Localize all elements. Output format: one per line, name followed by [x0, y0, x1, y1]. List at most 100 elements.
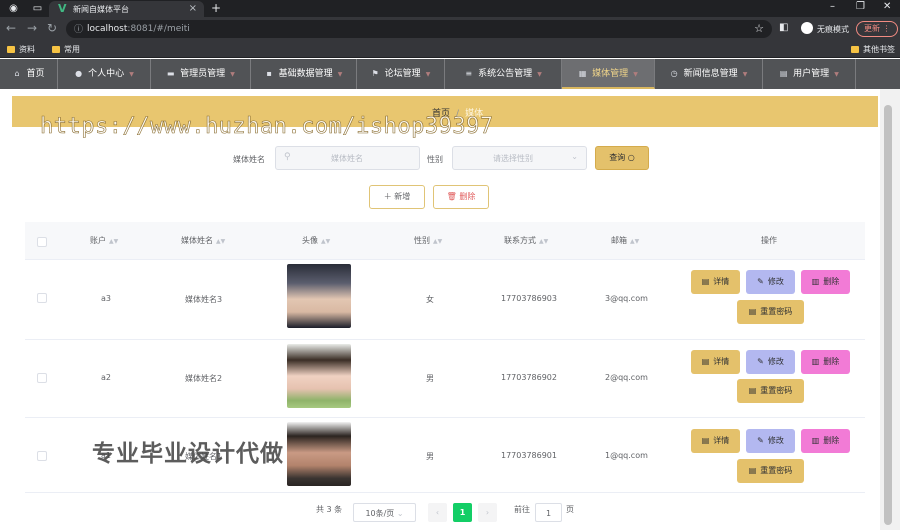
- back-icon[interactable]: ←: [6, 21, 16, 35]
- browser-tab-bar: ◉ ▭ V 新闻自媒体平台 × + – ❐ ✕: [0, 0, 900, 17]
- flag-icon: ⚑: [371, 69, 379, 78]
- batch-delete-button[interactable]: 🗑 删除: [433, 185, 489, 209]
- bookmarks-bar: 资料 常用 其他书签: [0, 41, 900, 58]
- table-header: 账户 ▲▼ 媒体姓名 ▲▼ 头像 ▲▼ 性别 ▲▼ 联系方式 ▲▼ 邮箱 ▲▼ 操作: [25, 222, 865, 260]
- sort-icon: ▲▼: [433, 238, 443, 245]
- col-actions: 操作: [761, 236, 777, 245]
- add-button[interactable]: ＋ 新增: [369, 185, 425, 209]
- delete-button[interactable]: ▥ 删除: [801, 350, 850, 374]
- maximize-icon[interactable]: ❐: [856, 1, 865, 12]
- browser-toolbar: ← → ↻ ⓘ localhost:8081/#/meiti ☆ ◧ 无痕模式 …: [0, 17, 900, 41]
- menu-item-basic-data[interactable]: ▪ 基础数据管理 ▼: [251, 59, 357, 89]
- col-gender[interactable]: 性别 ▲▼: [414, 235, 442, 246]
- clock-icon: ◷: [670, 69, 678, 78]
- cell-account: a2: [101, 373, 111, 382]
- row-checkbox[interactable]: [37, 451, 47, 461]
- next-page-button[interactable]: ›: [478, 503, 497, 522]
- reset-password-button[interactable]: ▤ 重置密码: [737, 459, 804, 483]
- edit-button[interactable]: ✎ 修改: [746, 429, 795, 453]
- browser-tab[interactable]: V 新闻自媒体平台 ×: [49, 1, 204, 17]
- row-checkbox[interactable]: [37, 373, 47, 383]
- bookmark-folder-docs[interactable]: 资料: [7, 44, 35, 55]
- edit-button[interactable]: ✎ 修改: [746, 350, 795, 374]
- menu-item-news[interactable]: ◷ 新闻信息管理 ▼: [655, 59, 763, 89]
- bookmark-star-icon[interactable]: ☆: [754, 22, 764, 35]
- col-avatar[interactable]: 头像 ▲▼: [302, 235, 330, 246]
- page-size-select[interactable]: 10条/页 ⌄: [353, 503, 416, 522]
- side-panel-icon[interactable]: ◧: [779, 22, 788, 33]
- trash-icon: ▥: [811, 277, 820, 286]
- browser-menu-icon[interactable]: ◉: [7, 2, 20, 15]
- chevron-down-icon: ▼: [230, 71, 235, 78]
- menu-item-media[interactable]: ▦ 媒体管理 ▼: [562, 59, 655, 89]
- bookmark-folder-common[interactable]: 常用: [52, 44, 80, 55]
- sort-icon: ▲▼: [109, 238, 119, 245]
- bookmark-folder-other[interactable]: 其他书签: [851, 44, 895, 55]
- new-tab-icon[interactable]: +: [211, 1, 221, 15]
- detail-button[interactable]: ▤ 详情: [691, 350, 740, 374]
- detail-button[interactable]: ▤ 详情: [691, 270, 740, 294]
- document-icon: ▤: [748, 466, 757, 475]
- close-tab-icon[interactable]: ×: [189, 3, 197, 14]
- menu-item-home[interactable]: ⌂ 首页: [0, 59, 58, 89]
- sort-icon: ▲▼: [630, 238, 640, 245]
- plus-icon: ＋: [383, 192, 392, 201]
- row-checkbox[interactable]: [37, 293, 47, 303]
- chevron-down-icon: ▼: [834, 71, 839, 78]
- document-icon: ▤: [701, 357, 710, 366]
- cell-phone: 17703786903: [501, 294, 557, 303]
- page-number-current[interactable]: 1: [453, 503, 472, 522]
- col-account[interactable]: 账户 ▲▼: [90, 235, 118, 246]
- menu-item-admin[interactable]: ▬ 管理员管理 ▼: [151, 59, 251, 89]
- reset-password-button[interactable]: ▤ 重置密码: [737, 300, 804, 324]
- cell-email: 3@qq.com: [605, 294, 648, 303]
- prev-page-button[interactable]: ‹: [428, 503, 447, 522]
- calendar-icon: ▦: [578, 69, 587, 78]
- sort-icon: ▲▼: [216, 238, 226, 245]
- update-button[interactable]: 更新 ⋮: [856, 21, 898, 37]
- chevron-down-icon: ⌄: [571, 152, 578, 161]
- forward-icon[interactable]: →: [27, 21, 37, 35]
- delete-button[interactable]: ▥ 删除: [801, 270, 850, 294]
- user-icon: ●: [75, 69, 83, 78]
- query-button[interactable]: 查询 ○: [595, 146, 649, 170]
- table-row: a2 媒体姓名2 男 17703786902 2@qq.com ▤ 详情 ✎ 修改 …: [25, 341, 865, 418]
- url-text: localhost:8081/#/meiti: [87, 24, 190, 34]
- name-search-input[interactable]: ⚲ 媒体姓名: [275, 146, 420, 170]
- site-info-icon[interactable]: ⓘ: [74, 22, 83, 35]
- gender-select[interactable]: 请选择性别 ⌄: [452, 146, 587, 170]
- cell-gender: 女: [426, 295, 434, 304]
- delete-button[interactable]: ▥ 删除: [801, 429, 850, 453]
- menu-item-forum[interactable]: ⚑ 论坛管理 ▼: [357, 59, 445, 89]
- menu-item-profile[interactable]: ● 个人中心 ▼: [58, 59, 151, 89]
- document-icon: ▤: [748, 307, 757, 316]
- trash-icon: ▥: [811, 357, 820, 366]
- profile-label[interactable]: 无痕模式: [817, 24, 849, 35]
- document-icon: ▤: [701, 277, 710, 286]
- goto-page-input[interactable]: 1: [535, 503, 562, 522]
- col-email[interactable]: 邮箱 ▲▼: [611, 235, 639, 246]
- doc-icon: ▤: [779, 69, 788, 78]
- cell-phone: 17703786902: [501, 373, 557, 382]
- incognito-avatar[interactable]: [801, 22, 813, 34]
- reset-password-button[interactable]: ▤ 重置密码: [737, 379, 804, 403]
- minimize-icon[interactable]: –: [830, 1, 835, 12]
- address-bar[interactable]: ⓘ localhost:8081/#/meiti ☆: [66, 20, 772, 38]
- col-name[interactable]: 媒体姓名 ▲▼: [181, 235, 225, 246]
- reload-icon[interactable]: ↻: [47, 21, 57, 35]
- tab-search-icon[interactable]: ▭: [31, 2, 44, 15]
- scrollbar-thumb[interactable]: [884, 105, 892, 525]
- pagination-total: 共 3 条: [316, 505, 343, 514]
- edit-button[interactable]: ✎ 修改: [746, 270, 795, 294]
- close-window-icon[interactable]: ✕: [883, 1, 891, 12]
- menu-item-announcement[interactable]: ≡ 系统公告管理 ▼: [445, 59, 562, 89]
- menu-item-users[interactable]: ▤ 用户管理 ▼: [763, 59, 856, 89]
- col-phone[interactable]: 联系方式 ▲▼: [504, 235, 548, 246]
- cell-gender: 男: [426, 374, 434, 383]
- search-icon: ⚲: [284, 152, 291, 162]
- cell-account: a3: [101, 294, 111, 303]
- chevron-down-icon: ▼: [742, 71, 748, 78]
- detail-button[interactable]: ▤ 详情: [691, 429, 740, 453]
- page-unit-label: 页: [566, 505, 574, 514]
- select-all-checkbox[interactable]: [37, 237, 47, 247]
